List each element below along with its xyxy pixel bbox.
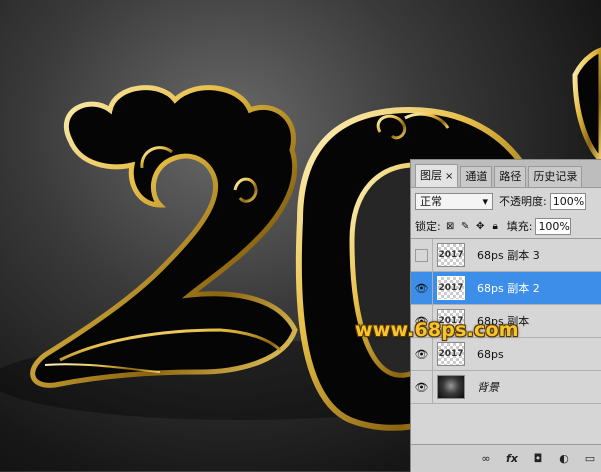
panel-tabs: 图层 × 通道 路径 历史记录	[411, 160, 601, 188]
tab-history[interactable]: 历史记录	[528, 166, 583, 187]
layers-panel: 图层 × 通道 路径 历史记录 正常 ▾ 不透明度: 100% 锁定: ⊠ ✎ ✥…	[410, 159, 601, 472]
visibility-toggle[interactable]: 👁︎	[411, 272, 433, 304]
close-icon[interactable]: ×	[445, 171, 453, 182]
blend-mode-select[interactable]: 正常 ▾	[415, 192, 493, 210]
blend-mode-value: 正常	[420, 195, 442, 208]
layer-thumbnail: 2017	[437, 276, 465, 300]
lock-brush-icon[interactable]: ✎	[460, 221, 471, 232]
eye-icon: 👁︎	[414, 281, 429, 295]
opacity-label: 不透明度:	[499, 195, 547, 208]
fill-label: 填充:	[506, 220, 533, 233]
fill-field[interactable]: 100%	[535, 217, 572, 235]
tab-channels[interactable]: 通道	[460, 166, 493, 187]
digit-partial-shape	[572, 47, 601, 164]
lock-all-icon[interactable]: 🔒︎	[490, 221, 501, 232]
chevron-down-icon: ▾	[482, 194, 488, 208]
tab-label: 通道	[465, 170, 488, 183]
layer-name: 背景	[477, 381, 499, 394]
layer-thumbnail: 2017	[437, 342, 465, 366]
layer-thumbnail	[437, 375, 465, 399]
opacity-field[interactable]: 100%	[549, 192, 586, 210]
adjustment-icon[interactable]: ◐	[554, 452, 574, 466]
mask-icon[interactable]: ◘	[528, 452, 548, 466]
tab-label: 路径	[499, 170, 522, 183]
eye-icon: 👁︎	[414, 347, 429, 361]
layer-row[interactable]: 👁︎ 2017 68ps	[411, 338, 601, 371]
panel-bottom-bar: ∞ fx ◘ ◐ ▭	[411, 444, 601, 472]
watermark-text: www.68ps.com	[355, 319, 519, 341]
layer-thumbnail: 2017	[437, 243, 465, 267]
lock-row: 锁定: ⊠ ✎ ✥ 🔒︎ 填充: 100%	[411, 214, 601, 239]
lock-label: 锁定:	[415, 220, 441, 233]
layer-name: 68ps 副本 3	[477, 249, 540, 262]
layer-name: 68ps 副本 2	[477, 282, 540, 295]
tab-label: 图层	[420, 169, 442, 182]
empty-visibility-box	[415, 248, 428, 262]
eye-icon: 👁︎	[414, 380, 429, 394]
visibility-toggle[interactable]: 👁︎	[411, 239, 433, 271]
visibility-toggle[interactable]: 👁︎	[411, 338, 433, 370]
link-icon[interactable]: ∞	[476, 452, 496, 466]
tab-layers[interactable]: 图层 ×	[415, 164, 459, 187]
visibility-toggle[interactable]: 👁︎	[411, 371, 433, 403]
tab-paths[interactable]: 路径	[494, 166, 527, 187]
layer-row[interactable]: 👁︎ 背景	[411, 371, 601, 404]
lock-transparent-icon[interactable]: ⊠	[445, 221, 456, 232]
layer-row[interactable]: 👁︎ 2017 68ps 副本 3	[411, 239, 601, 272]
blend-row: 正常 ▾ 不透明度: 100%	[411, 188, 601, 214]
tab-label: 历史记录	[533, 170, 578, 183]
fx-icon[interactable]: fx	[502, 452, 522, 466]
group-icon[interactable]: ▭	[580, 452, 600, 466]
digit-two-shape	[30, 85, 298, 388]
lock-move-icon[interactable]: ✥	[475, 221, 486, 232]
layer-row[interactable]: 👁︎ 2017 68ps 副本 2	[411, 272, 601, 305]
layer-name: 68ps	[477, 347, 504, 361]
